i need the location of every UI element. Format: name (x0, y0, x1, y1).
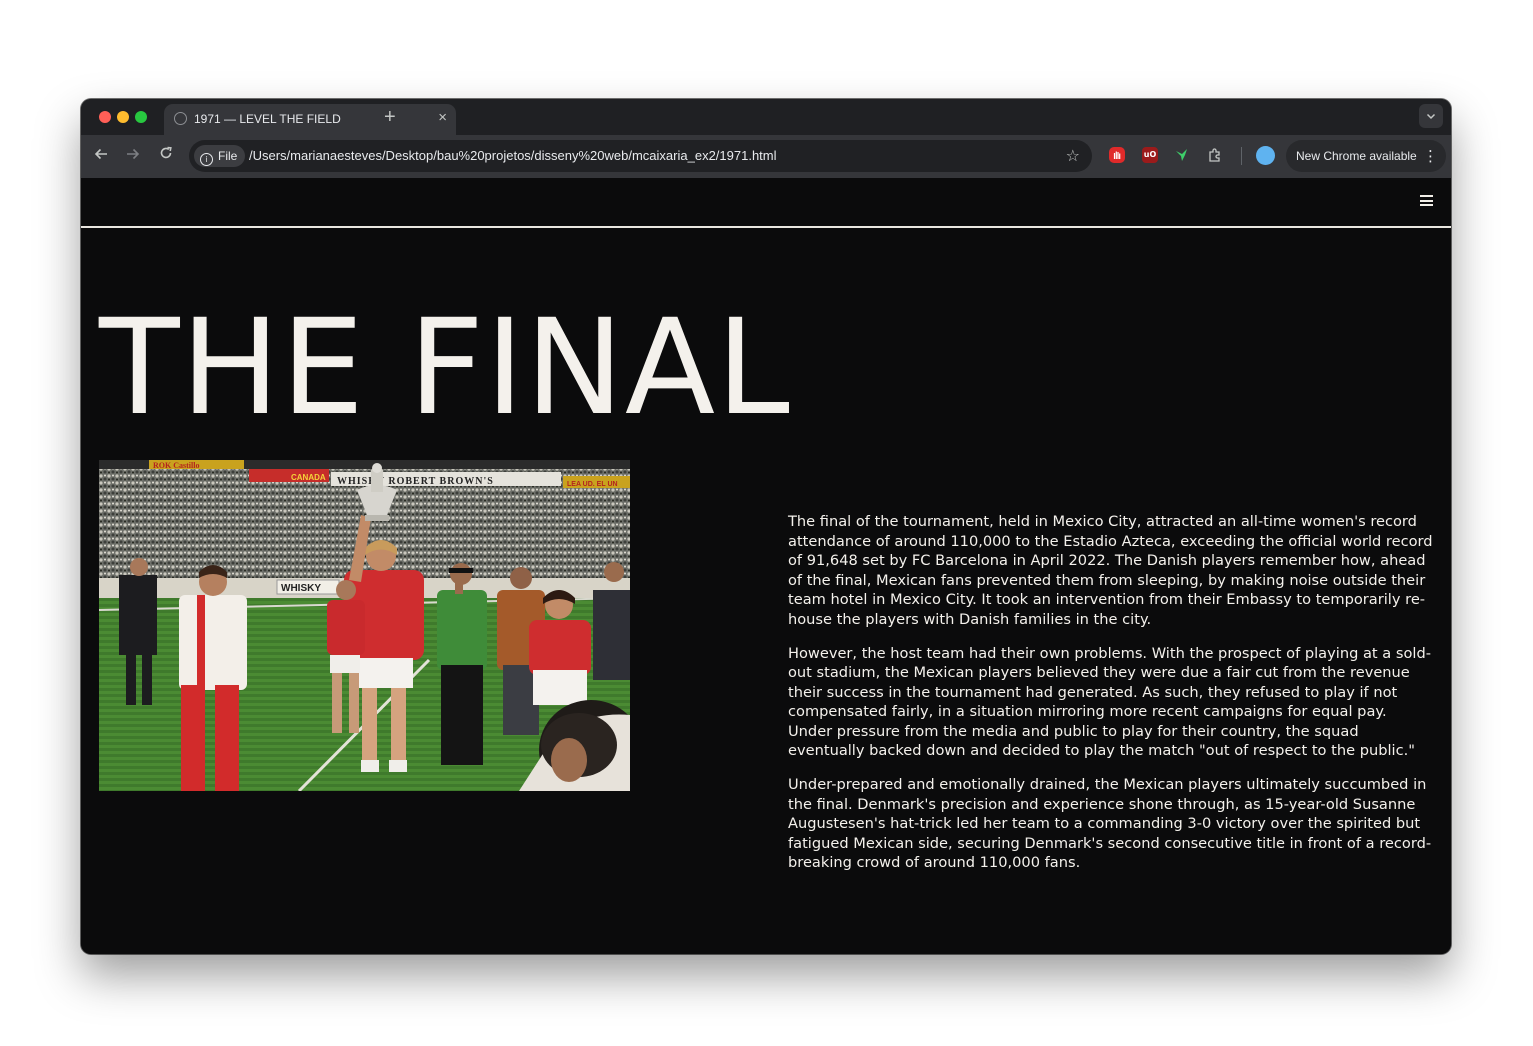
adblock-extension-icon[interactable] (1109, 147, 1125, 163)
page-title: THE FINAL (99, 291, 791, 445)
browser-window: 1971 — LEVEL THE FIELD × + i File /Users… (81, 99, 1451, 954)
file-chip-label: File (218, 149, 238, 163)
info-icon: i (200, 153, 213, 166)
back-button[interactable] (90, 145, 112, 167)
star-icon[interactable]: ☆ (1066, 145, 1080, 167)
web-page: THE FINAL ROK Castillo CANADA WHISKY ROB… (81, 178, 1451, 954)
url-text[interactable]: /Users/marianaesteves/Desktop/bau%20proj… (249, 148, 777, 163)
profile-avatar[interactable] (1256, 146, 1275, 165)
new-tab-button[interactable]: + (384, 103, 396, 131)
article-paragraph-3: Under-prepared and emotionally drained, … (788, 776, 1432, 871)
puzzle-icon (1209, 148, 1220, 162)
active-tab[interactable]: 1971 — LEVEL THE FIELD × (164, 104, 456, 135)
banner-castillo: ROK Castillo (153, 461, 199, 470)
extensions-button[interactable] (1207, 147, 1223, 163)
tab-search-button[interactable] (1419, 104, 1443, 128)
globe-icon (174, 112, 187, 125)
tab-strip: 1971 — LEVEL THE FIELD × + (81, 99, 1451, 135)
banner-leauo: LEA UD. EL UN (567, 481, 618, 488)
banner-robert-browns: WHISKY ROBERT BROWN'S (337, 476, 494, 487)
hamburger-menu-icon[interactable] (1420, 195, 1433, 206)
chevron-down-icon (1426, 113, 1436, 120)
ublock-extension-icon[interactable]: uO (1142, 147, 1158, 163)
site-header (81, 178, 1451, 228)
tab-title: 1971 — LEVEL THE FIELD (194, 112, 341, 126)
article-paragraph-2: However, the host team had their own pro… (788, 644, 1431, 760)
zoom-window-button[interactable] (135, 111, 147, 123)
bird-extension-icon[interactable] (1174, 147, 1190, 163)
reload-icon (160, 146, 172, 159)
update-chrome-button[interactable]: New Chrome available ⋮ (1286, 140, 1446, 172)
reload-button[interactable] (155, 145, 177, 167)
article-body: The final of the tournament, held in Mex… (788, 512, 1434, 887)
banner-whisky: WHISKY (281, 583, 321, 594)
minimize-window-button[interactable] (117, 111, 129, 123)
arrow-left-icon (94, 148, 107, 160)
trophy-celebration-image: ROK Castillo CANADA WHISKY ROBERT BROWN'… (99, 460, 630, 791)
tab-close-button[interactable]: × (438, 109, 447, 127)
hand-stop-icon (1113, 151, 1121, 159)
final-match-photo: ROK Castillo CANADA WHISKY ROBERT BROWN'… (99, 460, 630, 791)
browser-toolbar: i File /Users/marianaesteves/Desktop/bau%… (81, 135, 1451, 178)
update-label: New Chrome available (1296, 149, 1417, 163)
address-bar[interactable]: i File /Users/marianaesteves/Desktop/bau%… (189, 140, 1092, 172)
arrow-right-icon (127, 148, 140, 160)
article-paragraph-1: The final of the tournament, held in Mex… (788, 513, 1433, 628)
kebab-menu-icon[interactable]: ⋮ (1423, 146, 1438, 166)
forward-button[interactable] (122, 145, 144, 167)
bird-icon (1176, 149, 1187, 161)
close-window-button[interactable] (99, 111, 111, 123)
toolbar-divider (1241, 147, 1242, 165)
site-info-chip[interactable]: i File (194, 145, 246, 167)
banner-canada: CANADA (291, 473, 326, 482)
